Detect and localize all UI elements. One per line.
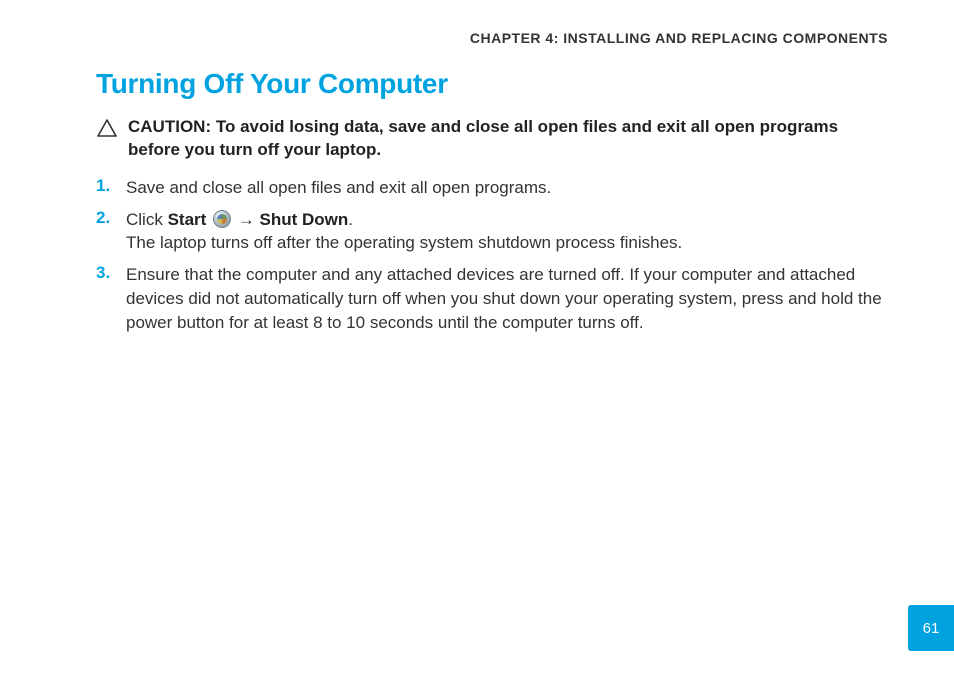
page-number: 61 [923, 620, 940, 637]
step-number: 3. [96, 263, 114, 283]
shutdown-label: Shut Down [259, 210, 348, 229]
step-body: Save and close all open files and exit a… [126, 176, 551, 200]
step2-line2: The laptop turns off after the operating… [126, 233, 682, 252]
step-number: 2. [96, 208, 114, 228]
step-body: Click Start → Shut Down. The laptop turn… [126, 208, 682, 256]
steps-list: 1. Save and close all open files and exi… [96, 176, 894, 335]
step-body: Ensure that the computer and any attache… [126, 263, 894, 334]
caution-block: CAUTION: To avoid losing data, save and … [96, 116, 894, 162]
section-title: Turning Off Your Computer [96, 68, 894, 100]
chapter-header: CHAPTER 4: INSTALLING AND REPLACING COMP… [96, 30, 894, 46]
arrow: → [233, 210, 259, 229]
step-item: 1. Save and close all open files and exi… [96, 176, 894, 200]
caution-body: To avoid losing data, save and close all… [128, 117, 838, 159]
windows-start-orb-icon [213, 210, 231, 228]
caution-label: CAUTION: [128, 117, 211, 136]
step2-prefix: Click [126, 210, 168, 229]
step-item: 2. Click Start → Shut Down. The laptop t… [96, 208, 894, 256]
period: . [348, 210, 353, 229]
caution-text: CAUTION: To avoid losing data, save and … [128, 116, 894, 162]
step-number: 1. [96, 176, 114, 196]
page-content: CHAPTER 4: INSTALLING AND REPLACING COMP… [0, 0, 954, 335]
page-number-tab: 61 [908, 605, 954, 651]
caution-triangle-icon [96, 118, 118, 143]
start-label: Start [168, 210, 207, 229]
step-item: 3. Ensure that the computer and any atta… [96, 263, 894, 334]
